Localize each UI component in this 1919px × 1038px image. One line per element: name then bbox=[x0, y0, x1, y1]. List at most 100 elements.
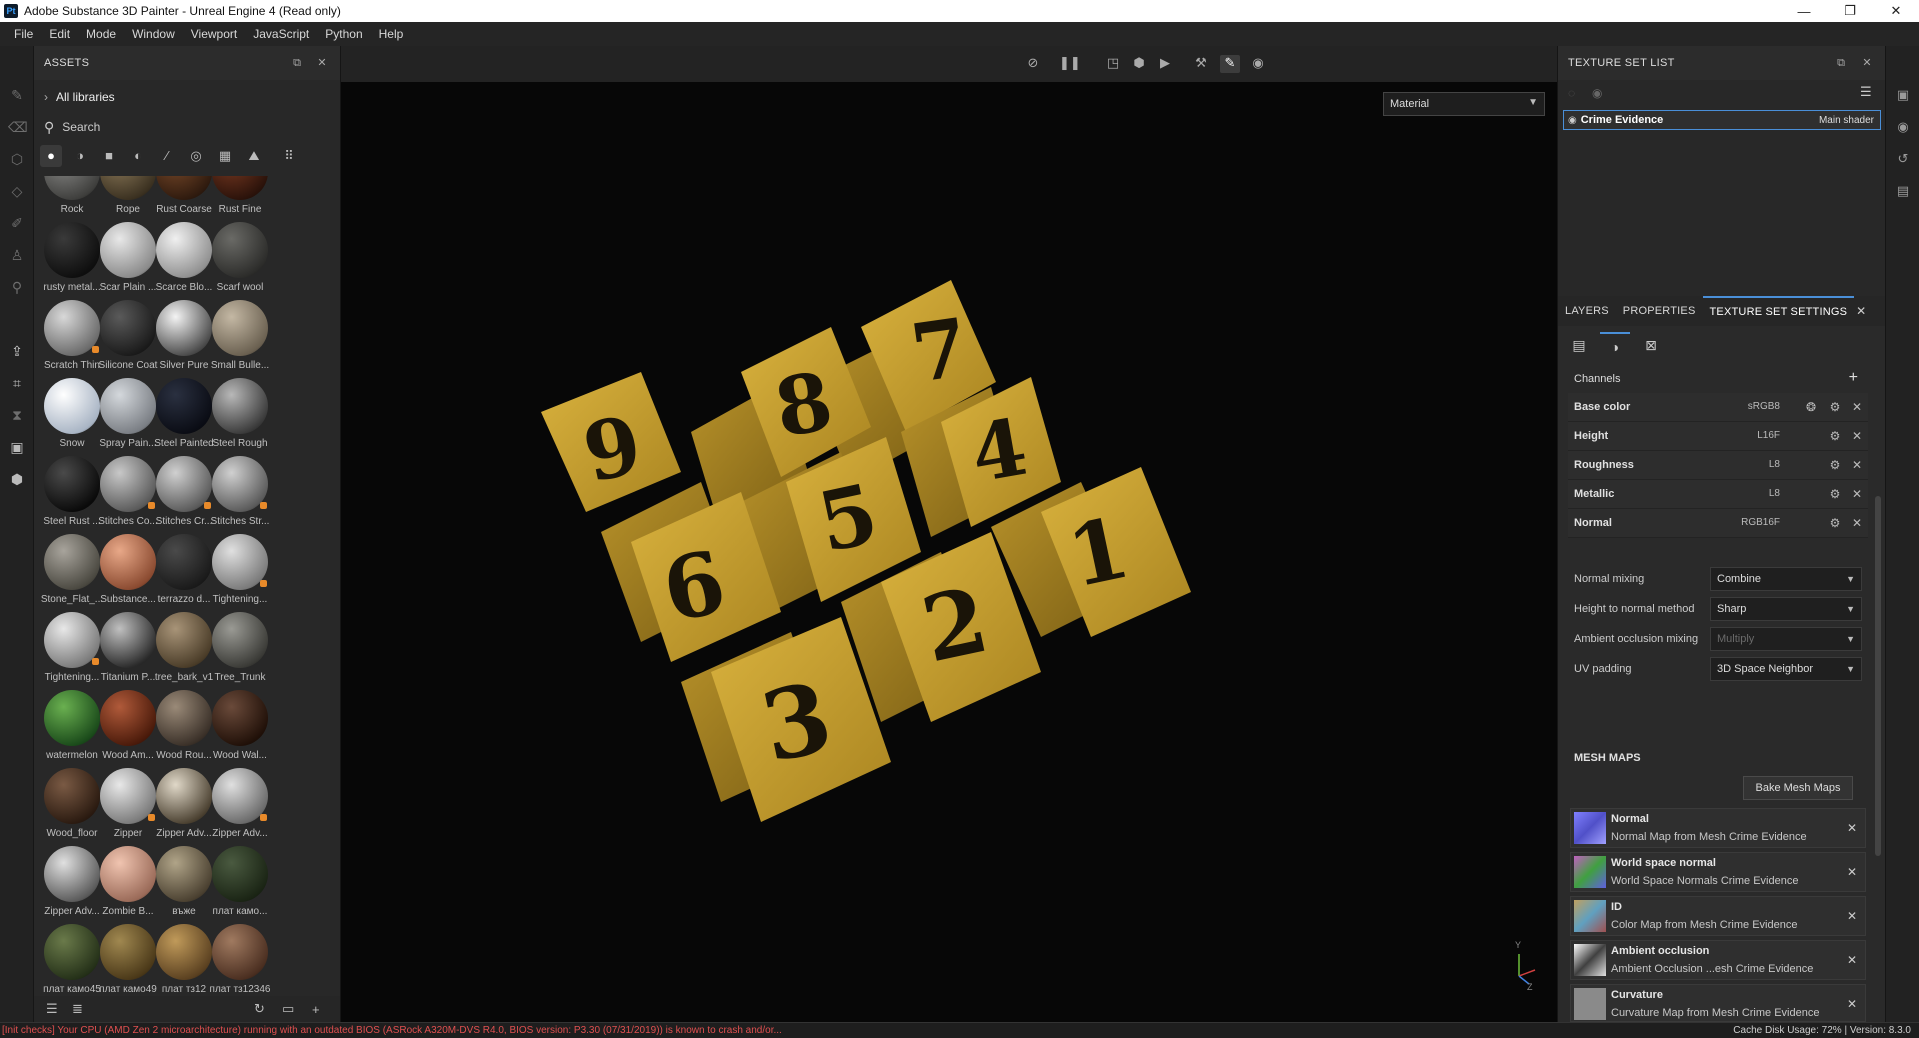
filter-textures-icon[interactable]: ▦ bbox=[214, 145, 236, 167]
texture-set-row[interactable]: ◉ Crime Evidence Main shader bbox=[1563, 110, 1881, 130]
asset-tile[interactable]: Zipper Adv... bbox=[206, 768, 274, 846]
channel-row[interactable]: Normal RGB16F ⚙ ✕ bbox=[1568, 509, 1868, 538]
height-to-normal-select[interactable]: Sharp ▼ bbox=[1710, 597, 1862, 621]
tree-view-icon[interactable]: ≣ bbox=[72, 1001, 83, 1017]
asset-tile[interactable]: Rust Fine bbox=[206, 176, 274, 222]
undock-icon[interactable]: ⧉ bbox=[1834, 56, 1848, 70]
mesh-map-item[interactable]: ID Color Map from Mesh Crime Evidence ✕ bbox=[1570, 896, 1866, 936]
asset-tile[interactable]: Tightening... bbox=[206, 534, 274, 612]
asset-tile[interactable]: Stitches Str... bbox=[206, 456, 274, 534]
gear-icon[interactable]: ⚙ bbox=[1828, 429, 1842, 443]
shader-name[interactable]: Main shader bbox=[1819, 115, 1874, 126]
close-panel-icon[interactable]: ✕ bbox=[315, 56, 329, 70]
smudge-icon[interactable]: ✐ bbox=[8, 214, 26, 232]
polygon-fill-icon[interactable]: ◇ bbox=[8, 182, 26, 200]
hourglass-icon[interactable]: ⧗ bbox=[8, 406, 26, 424]
mesh-map-item[interactable]: World space normal World Space Normals C… bbox=[1570, 852, 1866, 892]
filter-smart-materials-icon[interactable]: ◑ bbox=[69, 145, 91, 167]
visibility-eye-icon[interactable]: ◉ bbox=[1568, 115, 1577, 126]
projection-icon[interactable]: ⬡ bbox=[8, 150, 26, 168]
hide-ui-icon[interactable]: ⊘ bbox=[1023, 55, 1043, 73]
channel-format[interactable]: sRGB8 bbox=[1748, 401, 1780, 412]
remove-mesh-map-icon[interactable]: ✕ bbox=[1847, 865, 1857, 879]
remove-channel-icon[interactable]: ✕ bbox=[1850, 400, 1864, 414]
remove-channel-icon[interactable]: ✕ bbox=[1850, 487, 1864, 501]
channel-row[interactable]: Metallic L8 ⚙ ✕ bbox=[1568, 480, 1868, 509]
settings-scrollbar[interactable] bbox=[1875, 496, 1881, 856]
filter-particles-icon[interactable]: ◎ bbox=[185, 145, 207, 167]
filter-materials-icon[interactable]: ● bbox=[40, 145, 62, 167]
shader-icon[interactable]: ◉ bbox=[1894, 118, 1912, 136]
clone-stamp-icon[interactable]: ♙ bbox=[8, 246, 26, 264]
channel-row[interactable]: Base color sRGB8 ❂ ⚙ ✕ bbox=[1568, 393, 1868, 422]
gear-icon[interactable]: ⚙ bbox=[1828, 400, 1842, 414]
screenshot-icon[interactable]: ◉ bbox=[1248, 55, 1268, 73]
log-icon[interactable]: ▤ bbox=[1894, 182, 1912, 200]
channels-subtab-icon[interactable]: ◑ bbox=[1600, 332, 1630, 358]
menu-file[interactable]: File bbox=[6, 27, 41, 41]
tab-texture-set-settings[interactable]: TEXTURE SET SETTINGS bbox=[1702, 296, 1855, 326]
filter-masks-icon[interactable]: ■ bbox=[98, 145, 120, 167]
close-panel-icon[interactable]: ✕ bbox=[1860, 56, 1874, 70]
folder-icon[interactable]: ▭ bbox=[282, 1001, 294, 1017]
mesh-map-item[interactable]: Normal Normal Map from Mesh Crime Eviden… bbox=[1570, 808, 1866, 848]
channel-format[interactable]: L8 bbox=[1769, 459, 1780, 470]
menu-edit[interactable]: Edit bbox=[41, 27, 78, 41]
normal-mixing-select[interactable]: Combine ▼ bbox=[1710, 567, 1862, 591]
asset-tile[interactable]: Scarf wool bbox=[206, 222, 274, 300]
bake-mesh-maps-button[interactable]: Bake Mesh Maps bbox=[1743, 776, 1853, 800]
remove-mesh-map-icon[interactable]: ✕ bbox=[1847, 909, 1857, 923]
color-profile-icon[interactable]: ❂ bbox=[1804, 400, 1818, 414]
asset-tile[interactable]: плат тз12346 bbox=[206, 924, 274, 1002]
eraser-icon[interactable]: ⌫ bbox=[8, 118, 28, 136]
gear-icon[interactable]: ⚙ bbox=[1828, 487, 1842, 501]
channel-format[interactable]: L8 bbox=[1769, 488, 1780, 499]
gear-icon[interactable]: ⚙ bbox=[1828, 458, 1842, 472]
filter-generators-icon[interactable]: ◐ bbox=[127, 145, 149, 167]
mesh-map-item[interactable]: Curvature Curvature Map from Mesh Crime … bbox=[1570, 984, 1866, 1022]
channel-format[interactable]: RGB16F bbox=[1741, 517, 1780, 528]
paint-mode-icon[interactable]: ✎ bbox=[1220, 55, 1240, 73]
asset-tile[interactable]: Wood Wal... bbox=[206, 690, 274, 768]
tab-layers[interactable]: LAYERS bbox=[1558, 296, 1616, 326]
cube-view-icon[interactable]: ⬢ bbox=[1129, 55, 1149, 73]
close-tab-icon[interactable]: ✕ bbox=[1856, 304, 1866, 318]
paint-brush-icon[interactable]: ✎ bbox=[8, 86, 26, 104]
remove-mesh-map-icon[interactable]: ✕ bbox=[1847, 821, 1857, 835]
add-asset-icon[interactable]: + bbox=[312, 1002, 320, 1017]
camera-mode-icon[interactable]: ◳ bbox=[1103, 55, 1123, 73]
menu-python[interactable]: Python bbox=[317, 27, 370, 41]
menu-javascript[interactable]: JavaScript bbox=[245, 27, 317, 41]
uv-padding-select[interactable]: 3D Space Neighbor ▼ bbox=[1710, 657, 1862, 681]
symmetry-icon[interactable]: ⚒ bbox=[1191, 55, 1211, 73]
remove-channel-icon[interactable]: ✕ bbox=[1850, 516, 1864, 530]
bake-icon[interactable]: ⌗ bbox=[8, 374, 26, 392]
uv-settings-icon[interactable]: ⊠ bbox=[1636, 332, 1666, 358]
history-icon[interactable]: ↺ bbox=[1894, 150, 1912, 168]
texture-set-settings-icon[interactable]: ▤ bbox=[1564, 332, 1594, 358]
remove-channel-icon[interactable]: ✕ bbox=[1850, 458, 1864, 472]
refresh-icon[interactable]: ↻ bbox=[254, 1001, 265, 1017]
display-icon[interactable]: ▣ bbox=[1894, 86, 1912, 104]
menu-mode[interactable]: Mode bbox=[78, 27, 124, 41]
export-icon[interactable]: ⇪ bbox=[8, 342, 26, 360]
library-selector[interactable]: › All libraries bbox=[44, 90, 115, 104]
menu-window[interactable]: Window bbox=[124, 27, 183, 41]
shelf-icon[interactable]: ⬢ bbox=[8, 470, 26, 488]
mesh-map-item[interactable]: Ambient occlusion Ambient Occlusion ...e… bbox=[1570, 940, 1866, 980]
menu-help[interactable]: Help bbox=[371, 27, 412, 41]
gear-icon[interactable]: ⚙ bbox=[1828, 516, 1842, 530]
channel-row[interactable]: Roughness L8 ⚙ ✕ bbox=[1568, 451, 1868, 480]
pause-icon[interactable]: ❚❚ bbox=[1059, 55, 1081, 73]
eye-icon[interactable]: ◉ bbox=[1592, 86, 1602, 100]
menu-viewport[interactable]: Viewport bbox=[183, 27, 245, 41]
channel-format[interactable]: L16F bbox=[1757, 430, 1780, 441]
asset-tile[interactable]: плат камо... bbox=[206, 846, 274, 924]
display-settings-icon[interactable]: ▣ bbox=[8, 438, 26, 456]
asset-tile[interactable]: Steel Rough bbox=[206, 378, 274, 456]
tab-properties[interactable]: PROPERTIES bbox=[1616, 296, 1703, 326]
remove-mesh-map-icon[interactable]: ✕ bbox=[1847, 953, 1857, 967]
filter-environments-icon[interactable]: ⛰ bbox=[243, 145, 265, 167]
search-input[interactable]: Search bbox=[62, 120, 100, 134]
asset-tile[interactable]: Tree_Trunk bbox=[206, 612, 274, 690]
